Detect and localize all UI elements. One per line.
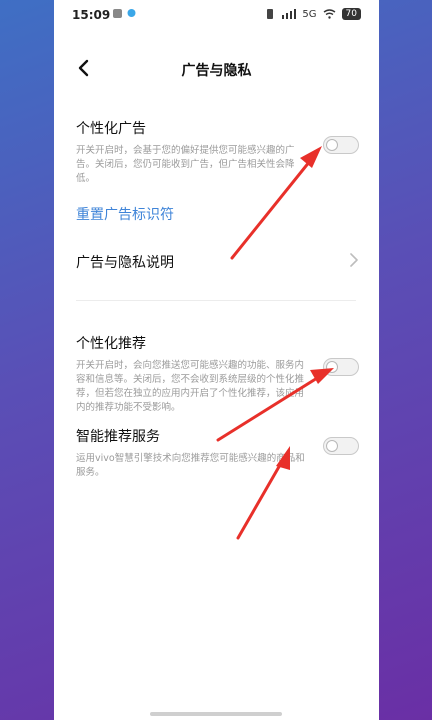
page-title: 广告与隐私 [181, 63, 252, 79]
page-header: 广告与隐私 [54, 52, 379, 84]
home-indicator[interactable] [150, 712, 282, 716]
signal-icon [282, 9, 297, 19]
personalized-recommend-toggle[interactable] [323, 358, 359, 376]
toggle-knob [326, 361, 338, 373]
smart-recommend-description: 运用vivo智慧引擎技术向您推荐您可能感兴趣的商品和服务。 [76, 453, 305, 478]
reset-ad-id-link[interactable]: 重置广告标识符 [76, 204, 361, 224]
personalized-recommend-title: 个性化推荐 [76, 336, 146, 352]
gallery-icon [113, 9, 122, 18]
network-type: 5G [302, 8, 317, 20]
smart-recommend-toggle[interactable] [323, 437, 359, 455]
status-time: 15:09 [72, 8, 111, 22]
chevron-right-icon[interactable] [349, 252, 359, 268]
status-bar: 15:09 5G 70 [54, 0, 379, 32]
personalized-ads-description: 开关开启时，会基于您的偏好提供您可能感兴趣的广告。关闭后，您仍可能收到广告，但广… [76, 145, 295, 184]
personalized-ads-toggle[interactable] [323, 136, 359, 154]
ad-privacy-info-label: 广告与隐私说明 [76, 255, 174, 271]
toggle-knob [326, 440, 338, 452]
system-icons: 5G 70 [264, 8, 361, 20]
smart-recommend-title: 智能推荐服务 [76, 429, 160, 445]
section-divider [76, 300, 356, 301]
toggle-knob [326, 139, 338, 151]
battery-indicator: 70 [341, 8, 361, 20]
personalized-recommend-description: 开关开启时，会向您推送您可能感兴趣的功能、服务内容和信息等。关闭后，您不会收到系… [76, 360, 305, 413]
personalized-recommend-section: 个性化推荐 开关开启时，会向您推送您可能感兴趣的功能、服务内容和信息等。关闭后，… [76, 333, 361, 415]
reset-ad-id-row[interactable]: 重置广告标识符 [76, 204, 361, 224]
smart-recommend-section: 智能推荐服务 运用vivo智慧引擎技术向您推荐您可能感兴趣的商品和服务。 [76, 426, 361, 480]
wifi-icon [323, 9, 335, 19]
personalized-ads-title: 个性化广告 [76, 121, 146, 137]
notification-icons [112, 8, 137, 22]
personalized-ads-section: 个性化广告 开关开启时，会基于您的偏好提供您可能感兴趣的广告。关闭后，您仍可能收… [76, 118, 361, 186]
vibrate-icon [267, 9, 274, 19]
ad-privacy-info-row[interactable]: 广告与隐私说明 [76, 252, 361, 272]
chat-icon [127, 9, 136, 17]
phone-screen: 15:09 5G 70 广告与隐私 个性化广告 开关开启时，会基于您的偏好提供您… [54, 0, 379, 720]
